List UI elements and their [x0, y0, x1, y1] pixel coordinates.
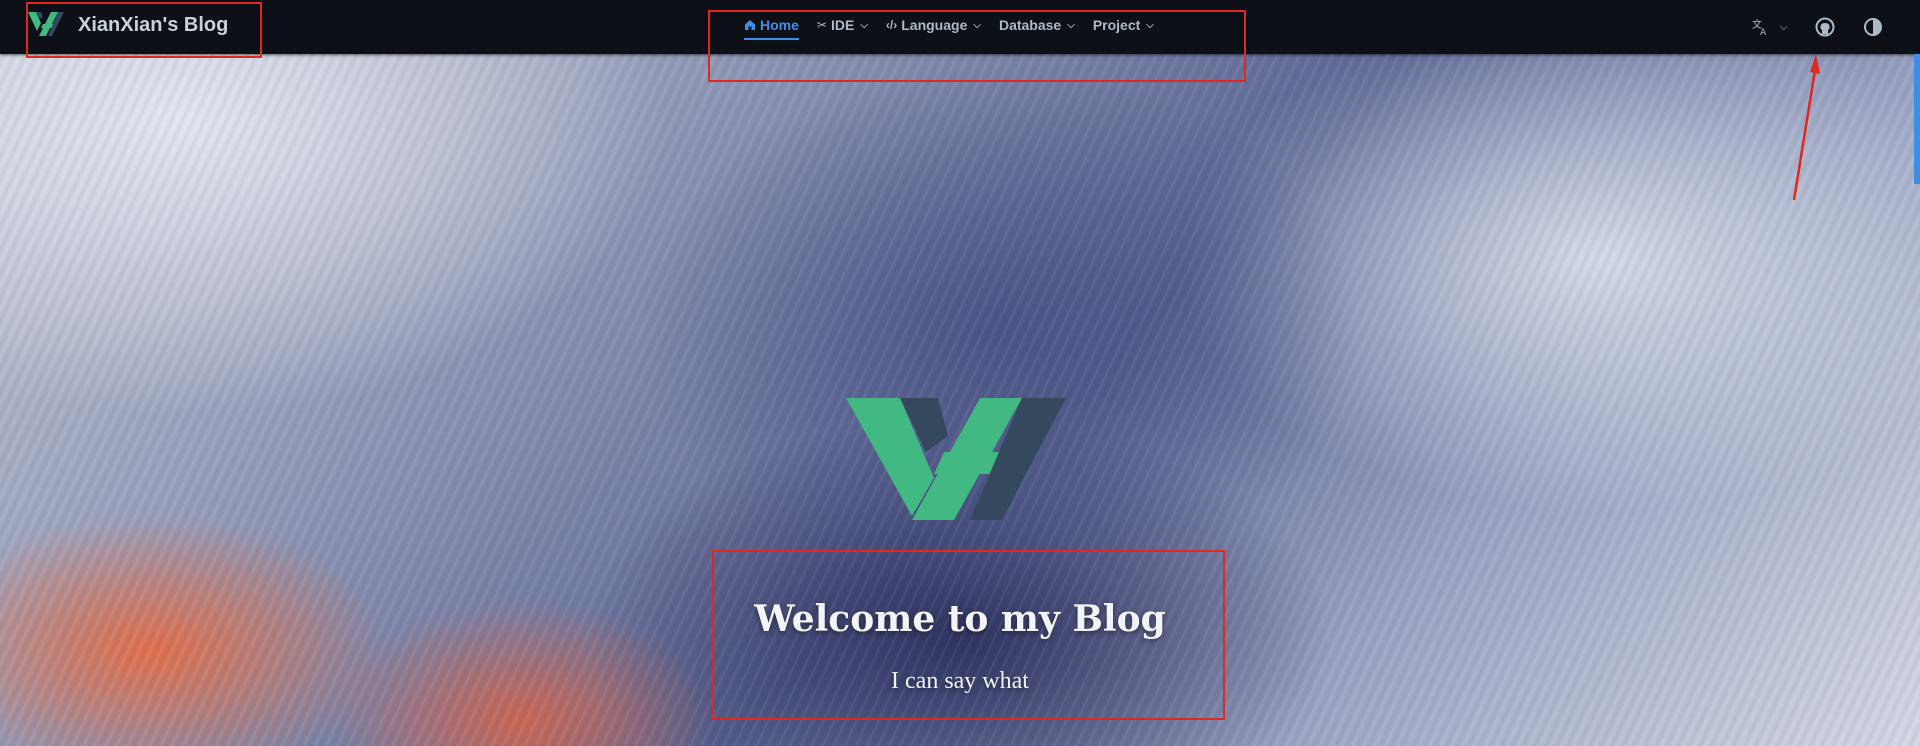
nav-toolbar: 文 A ⌵: [1752, 0, 1884, 54]
language-switcher[interactable]: 文 A ⌵: [1752, 18, 1788, 36]
nav-item-language[interactable]: ‹/› Language ⌵: [886, 0, 981, 50]
nav-item-project[interactable]: Project ⌵: [1093, 0, 1154, 50]
nav-item-database[interactable]: Database ⌵: [999, 0, 1075, 50]
tools-icon: ✂: [816, 18, 827, 32]
page: XianXian's Blog Home ✂ IDE ⌵ ‹/› Languag…: [0, 0, 1920, 746]
nav-item-ide[interactable]: ✂ IDE ⌵: [817, 0, 868, 50]
nav-item-label: IDE: [830, 17, 855, 33]
hero-title: Welcome to my Blog: [754, 598, 1166, 640]
chevron-down-icon: ⌵: [860, 19, 868, 31]
code-icon: ‹/›: [885, 18, 898, 32]
vh-logo-icon: [28, 12, 64, 36]
chevron-down-icon: ⌵: [973, 19, 981, 31]
theme-toggle-button[interactable]: [1862, 16, 1884, 38]
main-nav: Home ✂ IDE ⌵ ‹/› Language ⌵ Database ⌵ P…: [744, 0, 1154, 50]
nav-item-label: Home: [760, 17, 799, 33]
navbar: XianXian's Blog Home ✂ IDE ⌵ ‹/› Languag…: [0, 0, 1920, 54]
scroll-indicator: [1914, 54, 1920, 184]
svg-text:A: A: [1760, 28, 1767, 36]
github-link[interactable]: [1814, 16, 1836, 38]
site-title: XianXian's Blog: [78, 13, 229, 36]
hero-vh-logo: [846, 398, 1066, 520]
chevron-down-icon: ⌵: [1067, 19, 1075, 31]
nav-item-home[interactable]: Home: [744, 0, 799, 50]
home-icon: [745, 20, 755, 30]
brand-link[interactable]: XianXian's Blog: [28, 0, 228, 50]
chevron-down-icon: ⌵: [1146, 19, 1154, 31]
nav-item-label: Project: [1092, 17, 1141, 33]
chevron-down-icon: ⌵: [1779, 20, 1788, 33]
github-icon: [1815, 17, 1835, 37]
nav-item-label: Language: [901, 17, 968, 33]
translate-icon: 文 A: [1752, 18, 1767, 36]
hero-tagline: I can say what: [891, 668, 1029, 694]
contrast-icon: [1864, 18, 1882, 36]
nav-item-label: Database: [998, 17, 1062, 33]
